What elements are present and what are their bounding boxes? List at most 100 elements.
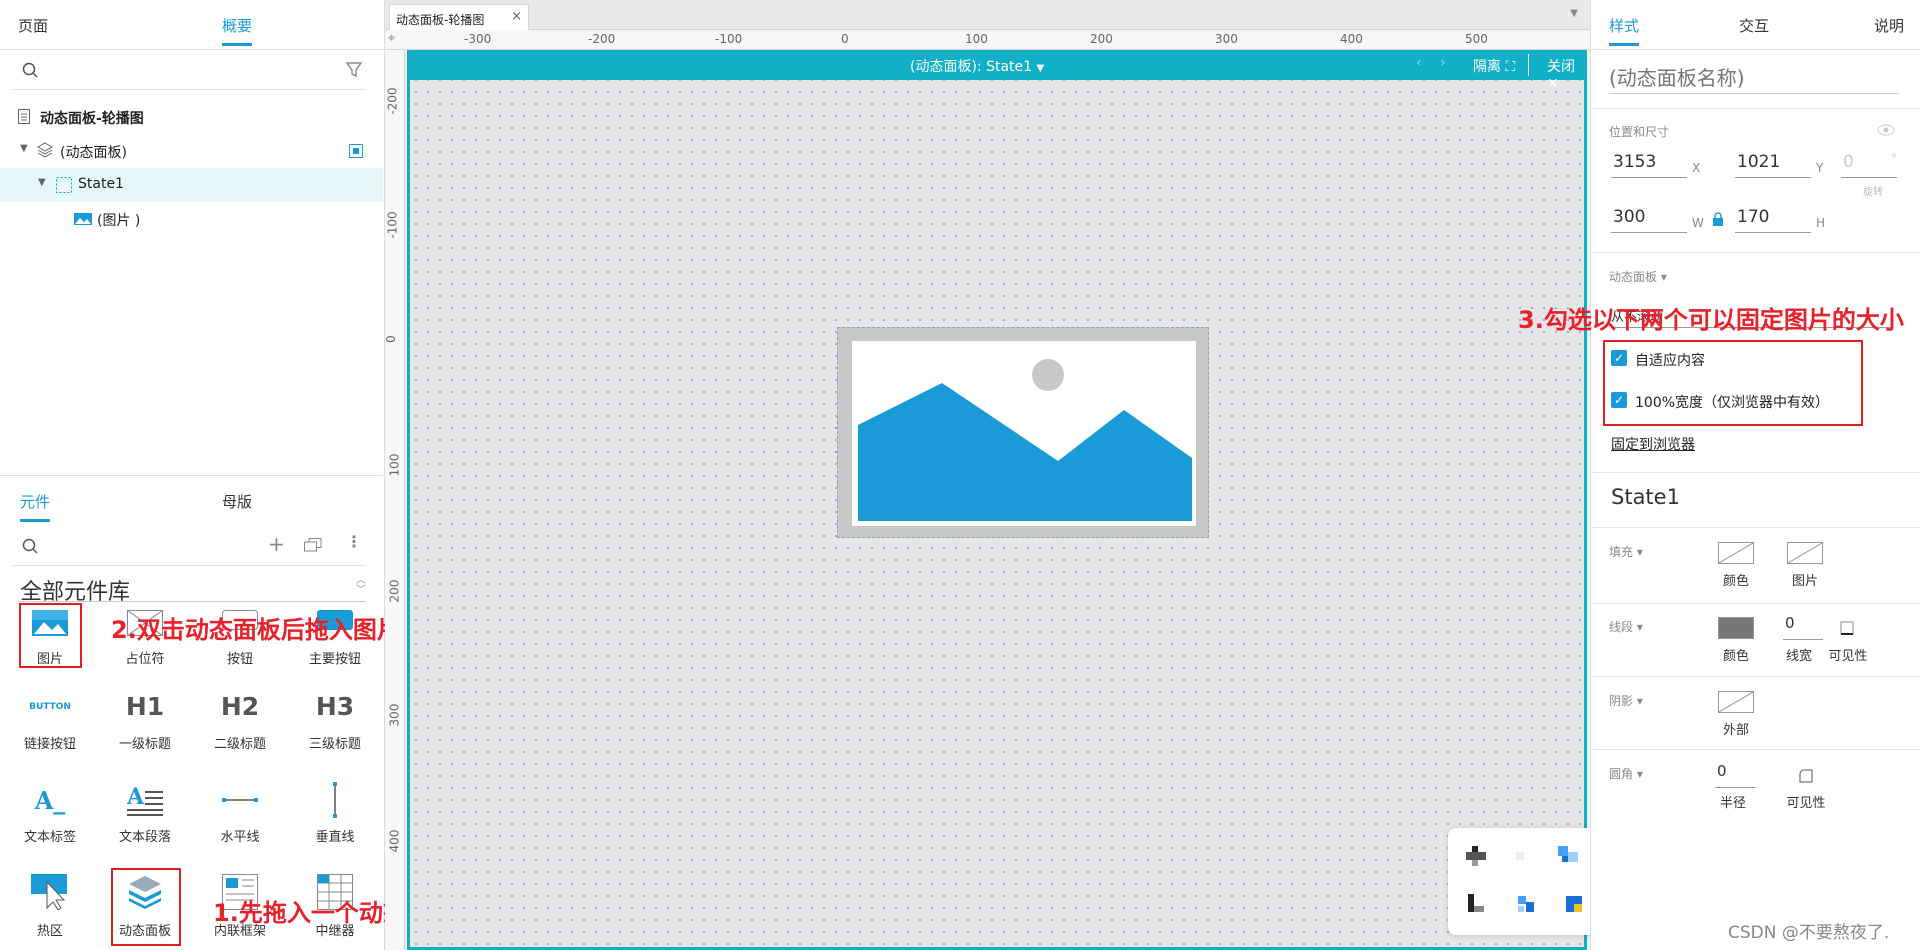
divider xyxy=(1591,527,1920,528)
tree-item-state[interactable]: ▼ State1 xyxy=(0,168,383,202)
close-tab-icon[interactable]: × xyxy=(511,9,522,24)
next-state-icon[interactable]: › xyxy=(1440,55,1446,71)
close-icon: ✕ xyxy=(1547,76,1559,92)
library-tabs: 元件 母版 xyxy=(0,476,385,526)
rotation-label: 旋转 xyxy=(1863,187,1883,198)
shadow-swatch[interactable] xyxy=(1718,691,1754,713)
tab-style[interactable]: 样式 xyxy=(1609,15,1640,46)
divider xyxy=(1591,108,1920,109)
horizontal-ruler: ⌖ -300 -200 -100 0 100 200 300 400 500 xyxy=(385,30,1590,50)
close-panel-button[interactable]: 关闭 ✕ xyxy=(1547,56,1587,92)
annotation-step3: 3.勾选以下两个可以固定图片的大小 xyxy=(1518,306,1904,334)
tab-outline[interactable]: 概要 xyxy=(222,15,253,46)
radius-label[interactable]: 圆角 ▾ xyxy=(1609,765,1643,782)
border-label[interactable]: 线段 ▾ xyxy=(1609,618,1643,635)
x-input[interactable]: 3153 xyxy=(1611,152,1687,178)
dynamic-panel-state-bar: (动态面板): State1 ▼ ‹ › 隔离 ⛶ 关闭 ✕ xyxy=(407,50,1587,92)
caret-down-icon: ▼ xyxy=(1036,63,1045,74)
pin-to-browser-link[interactable]: 固定到浏览器 xyxy=(1611,434,1695,454)
caret-down-icon[interactable]: ▼ xyxy=(20,143,28,154)
canvas-area: 动态面板-轮播图 × ▼ ⌖ -300 -200 -100 0 100 200 … xyxy=(384,0,1705,950)
radius-visibility-label: 可见性 xyxy=(1786,796,1826,811)
filter-icon[interactable] xyxy=(346,62,364,78)
widget-hline[interactable]: 水平线 xyxy=(195,778,285,858)
svg-text:A: A xyxy=(127,784,145,810)
radius-value-label: 半径 xyxy=(1719,796,1746,811)
add-library-icon[interactable]: + xyxy=(268,532,285,556)
toolbar-icon-7[interactable] xyxy=(1514,892,1538,916)
widget-h3[interactable]: H3 三级标题 xyxy=(290,688,380,768)
prev-state-icon[interactable]: ‹ xyxy=(1416,55,1422,71)
toolbar-icon-2[interactable] xyxy=(1508,844,1532,868)
isolate-button[interactable]: 隔离 ⛶ xyxy=(1473,56,1515,76)
lock-icon[interactable] xyxy=(1712,212,1724,226)
state-selector[interactable]: (动态面板): State1 ▼ xyxy=(910,56,1044,76)
w-label: W xyxy=(1692,216,1704,230)
tree-item-page[interactable]: 动态面板-轮播图 xyxy=(0,100,383,134)
tree-label: State1 xyxy=(78,176,124,192)
select-arrows-icon: ︿ ﹀ xyxy=(356,575,366,596)
widget-h1[interactable]: H1 一级标题 xyxy=(100,688,190,768)
paragraph-widget-icon: A xyxy=(127,784,163,816)
tab-notes[interactable]: 说明 xyxy=(1874,15,1904,36)
tab-widgets[interactable]: 元件 xyxy=(20,491,51,522)
inspector-panel: 样式 交互 说明 位置和尺寸 3153 X 1021 Y 0 ° 旋转 300 … xyxy=(1590,0,1920,950)
widget-link-button[interactable]: BUTTON 链接按钮 xyxy=(5,688,95,768)
border-visibility-icon[interactable] xyxy=(1839,620,1855,636)
toolbar-icon-8[interactable] xyxy=(1562,892,1586,916)
tree-label: 动态面板-轮播图 xyxy=(40,111,144,127)
search-icon xyxy=(22,62,38,78)
radius-visibility-icon[interactable] xyxy=(1798,768,1814,784)
document-tab[interactable]: 动态面板-轮播图 × xyxy=(389,4,529,30)
fill-color-swatch[interactable] xyxy=(1718,542,1754,564)
image-widget[interactable] xyxy=(837,327,1209,538)
copy-icon[interactable] xyxy=(304,538,322,552)
library-search[interactable]: + ⋮ xyxy=(12,526,366,566)
fill-image-swatch[interactable] xyxy=(1787,542,1823,564)
tab-masters[interactable]: 母版 xyxy=(222,491,252,512)
more-icon[interactable]: ⋮ xyxy=(346,532,362,551)
divider xyxy=(1591,472,1920,473)
h-input[interactable]: 170 xyxy=(1735,207,1811,233)
tree-item-panel[interactable]: ▼ (动态面板) xyxy=(0,134,383,168)
rotation-unit: ° xyxy=(1891,152,1897,166)
toolbar-icon-6[interactable] xyxy=(1464,892,1488,916)
tree-item-image[interactable]: (图片 ) xyxy=(0,202,383,236)
widget-vline[interactable]: 垂直线 xyxy=(290,778,380,858)
x-label: X xyxy=(1692,161,1701,175)
shadow-label[interactable]: 阴影 ▾ xyxy=(1609,692,1643,709)
tab-overflow-icon[interactable]: ▼ xyxy=(1570,8,1578,19)
widget-text-label[interactable]: A_ 文本标签 xyxy=(5,778,95,858)
outline-search[interactable] xyxy=(12,50,366,90)
fill-image-label: 图片 xyxy=(1791,574,1818,589)
pos-size-label: 位置和尺寸 xyxy=(1609,125,1670,139)
rotation-input[interactable]: 0 xyxy=(1841,152,1897,178)
document-tab-label: 动态面板-轮播图 xyxy=(396,13,485,27)
search-icon xyxy=(22,538,38,554)
panel-name-input[interactable] xyxy=(1609,62,1899,94)
eye-icon[interactable] xyxy=(1877,124,1895,136)
caret-down-icon[interactable]: ▼ xyxy=(38,177,46,188)
h1-widget-icon: H1 xyxy=(125,692,165,721)
border-color-swatch[interactable] xyxy=(1718,617,1754,639)
widget-hotspot[interactable]: 热区 xyxy=(5,868,95,948)
vline-widget-icon xyxy=(333,782,337,818)
image-placeholder-graphic xyxy=(852,341,1196,526)
w-input[interactable]: 300 xyxy=(1611,207,1687,233)
tab-interactions[interactable]: 交互 xyxy=(1739,15,1769,36)
y-input[interactable]: 1021 xyxy=(1735,152,1811,178)
radius-input[interactable]: 0 xyxy=(1715,762,1755,788)
tab-pages[interactable]: 页面 xyxy=(18,15,48,36)
dynamic-panel-section-label[interactable]: 动态面板 ▾ xyxy=(1609,268,1667,285)
outline-tabs: 页面 概要 xyxy=(0,0,385,50)
vertical-ruler: -200 -100 0 100 200 300 400 xyxy=(384,50,405,950)
toolbar-icon-1[interactable] xyxy=(1464,844,1488,868)
border-width-input[interactable]: 0 xyxy=(1783,614,1823,640)
shadow-outer-label: 外部 xyxy=(1722,723,1749,738)
toolbar-icon-3[interactable] xyxy=(1556,844,1580,868)
fill-label[interactable]: 填充 ▾ xyxy=(1609,543,1643,560)
hotspot-widget-icon xyxy=(31,874,67,910)
panel-toggle-icon[interactable] xyxy=(349,144,363,158)
widget-paragraph[interactable]: A 文本段落 xyxy=(100,778,190,858)
widget-h2[interactable]: H2 二级标题 xyxy=(195,688,285,768)
